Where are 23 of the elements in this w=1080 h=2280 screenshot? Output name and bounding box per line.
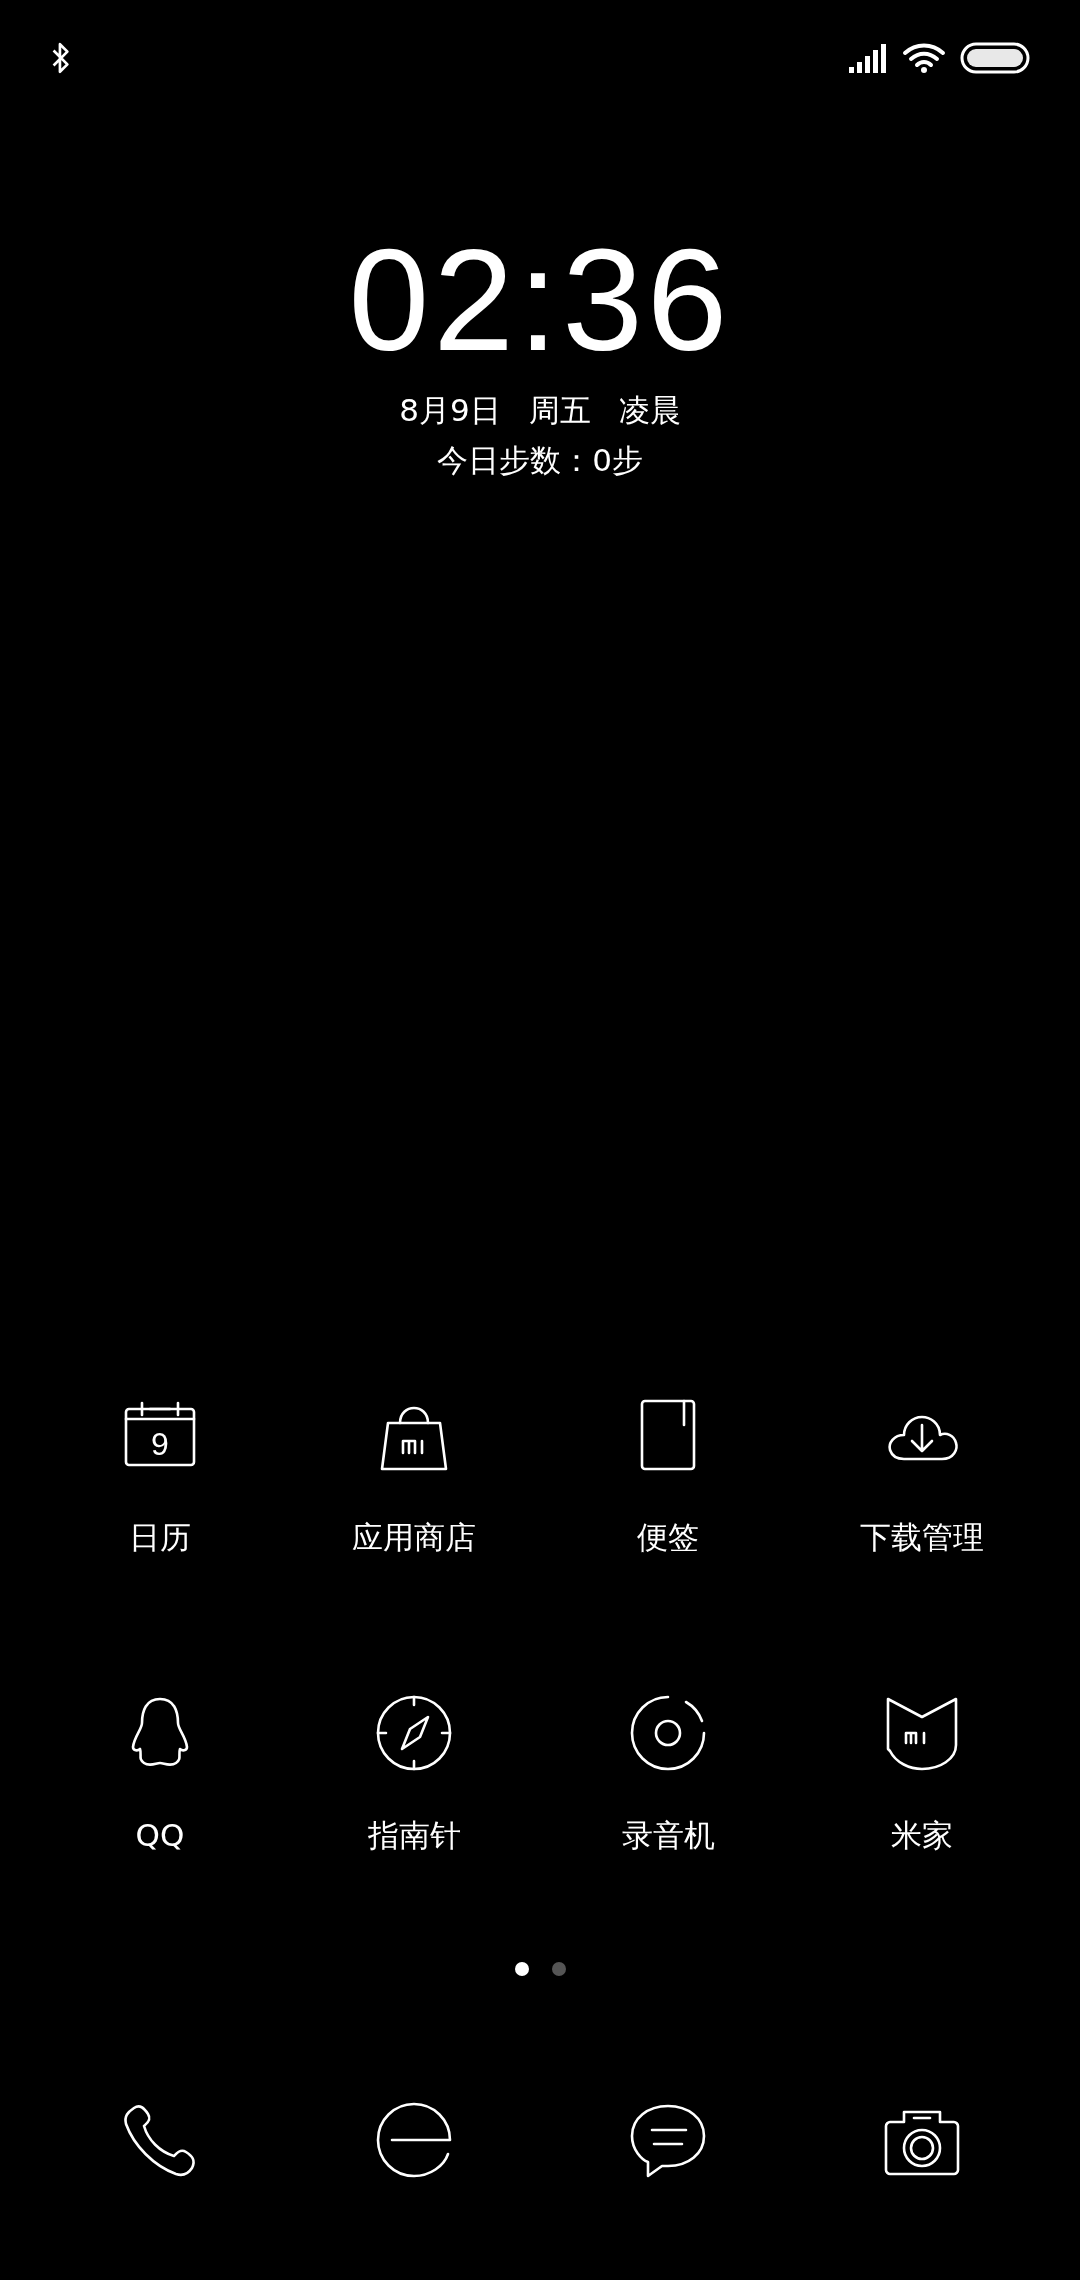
wifi-icon xyxy=(902,41,946,74)
browser-icon xyxy=(374,2100,454,2180)
app-button[interactable]: QQ xyxy=(33,1678,287,1878)
clock-time: 02:36 xyxy=(347,218,733,383)
page-dot[interactable] xyxy=(514,1962,529,1976)
date-text: 8月9日 xyxy=(399,391,501,430)
app-button[interactable]: 米家 xyxy=(795,1678,1049,1878)
ring-icon xyxy=(628,1693,708,1773)
period-text: 凌晨 xyxy=(618,391,681,430)
app-button[interactable]: 指南针 xyxy=(287,1678,541,1878)
compass-icon xyxy=(374,1693,454,1773)
weekday-text: 周五 xyxy=(528,391,591,430)
app-button[interactable]: 下载管理 xyxy=(795,1380,1049,1580)
step-count: 今日步数：0步 xyxy=(436,441,644,480)
app-button[interactable]: 便签 xyxy=(541,1380,795,1580)
page-dot[interactable] xyxy=(551,1962,566,1976)
app-button[interactable]: 录音机 xyxy=(541,1678,795,1878)
app-button[interactable]: 应用商店 xyxy=(287,1380,541,1580)
app-button[interactable]: 9 日历 xyxy=(33,1380,287,1580)
battery-icon xyxy=(960,41,1030,74)
dock-button[interactable] xyxy=(374,2100,454,2180)
bluetooth-icon xyxy=(50,40,72,75)
signal-icon xyxy=(848,42,888,73)
